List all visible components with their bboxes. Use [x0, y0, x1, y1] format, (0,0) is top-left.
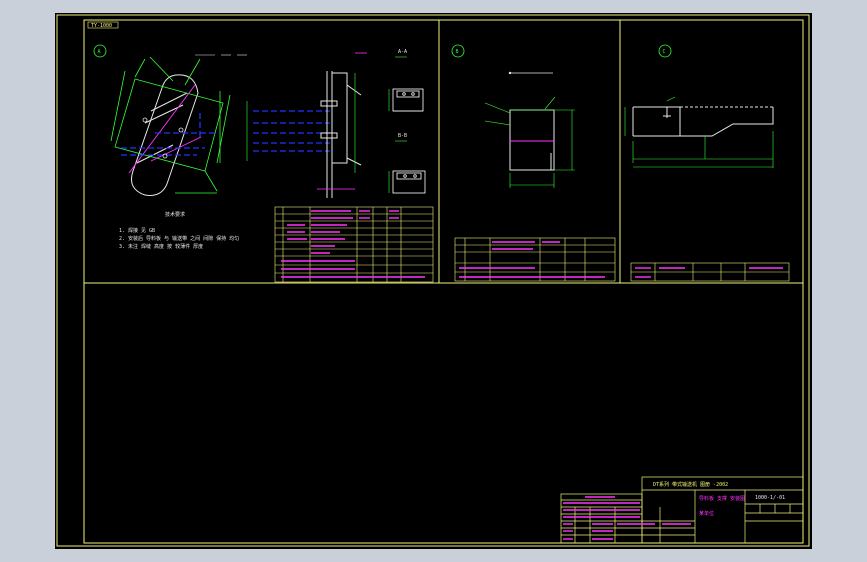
project-title: DT系列 带式输送机 图册 -2002: [653, 481, 728, 488]
section-label-2: B-B: [398, 133, 407, 139]
parts-list-b: [454, 237, 616, 282]
view-a-main-part: [131, 74, 199, 196]
view-b-point: [508, 71, 512, 75]
drawing-sheet[interactable]: TY-1000 A B C A-A B-B 技术要求 1. 焊接 见 GB 2.…: [55, 13, 812, 549]
cad-drawing: TY-1000 A B C A-A B-B 技术要求 1. 焊接 见 GB 2.…: [56, 14, 810, 547]
view-a-centerline: [128, 84, 202, 174]
section-label-1: A-A: [398, 49, 407, 55]
view-a-side-hidden: [253, 110, 330, 152]
view-c-profile: [632, 106, 774, 137]
title-block-entries: [563, 496, 691, 540]
note-line-3: 3. 未注 焊缝 高度 按 较薄件 厚度: [119, 243, 203, 250]
view-label-c: C: [663, 49, 666, 55]
sheet-code: TY-1000: [91, 23, 112, 29]
view-c-dims: [624, 96, 774, 168]
parts-list-a: [274, 206, 434, 283]
view-b-plate: [509, 109, 555, 171]
section-detail-1: [392, 88, 424, 112]
view-a-hidden-lines: [121, 113, 215, 156]
view-label-b: B: [456, 49, 459, 55]
note-line-2: 2. 安装后 导料板 与 输送带 之间 间隙 保持 均匀: [119, 235, 239, 242]
drawing-number: 1000-1/-01: [755, 495, 785, 501]
parts-list-c-entries: [635, 267, 783, 278]
section-detail-2: [392, 170, 426, 194]
part-name: 导料板 支撑 安装图: [699, 495, 745, 502]
view-label-a: A: [98, 49, 101, 55]
view-markers: [93, 44, 672, 58]
parts-list-c: [630, 262, 790, 282]
view-b-dims: [484, 96, 575, 188]
organization: 某单位: [699, 510, 714, 517]
note-line-1: 1. 焊接 见 GB: [119, 227, 155, 234]
notes-heading: 技术要求: [165, 211, 185, 218]
